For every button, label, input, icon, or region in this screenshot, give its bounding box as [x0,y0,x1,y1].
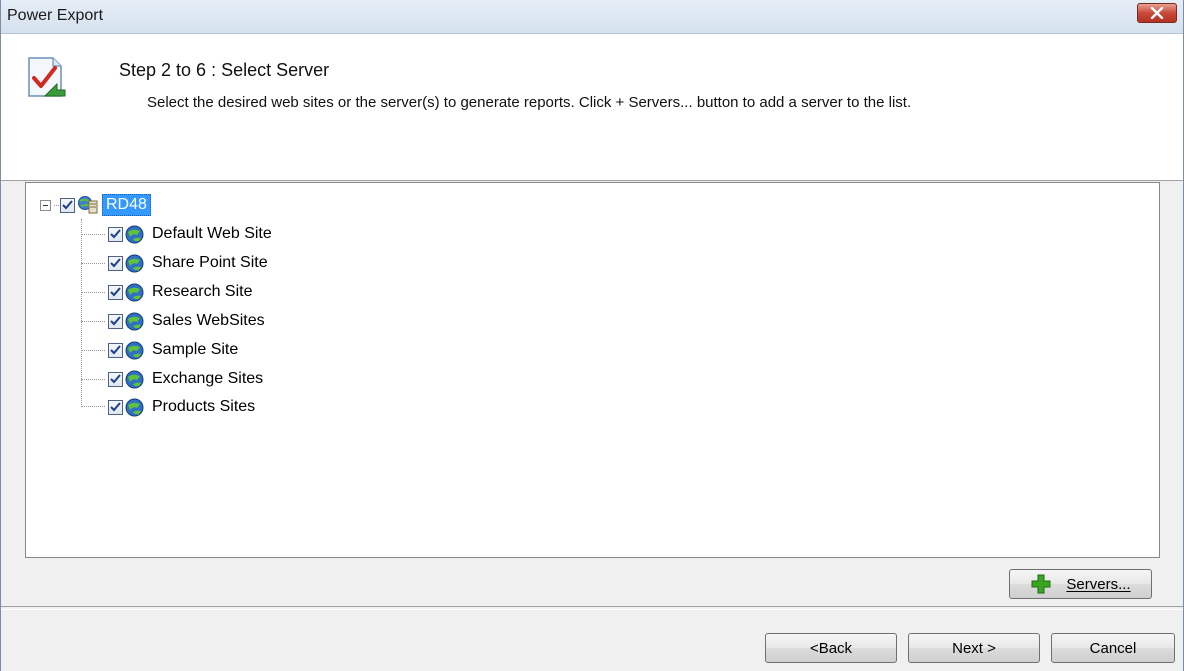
site-checkbox[interactable] [108,284,123,300]
site-checkbox[interactable] [108,226,123,242]
cancel-button-label: Cancel [1089,639,1137,657]
tree-node-server[interactable]: RD48 [40,194,151,216]
tree-guide-line [81,263,105,264]
globe-icon [125,283,144,301]
footer-separator [1,606,1183,610]
step-description: Select the desired web sites or the serv… [147,94,912,111]
tree-node-site[interactable]: Sample Site [108,339,238,361]
close-icon [1150,7,1164,19]
back-button[interactable]: <Back [765,633,897,663]
site-checkbox[interactable] [108,255,123,271]
add-servers-button[interactable]: Servers... [1009,569,1152,599]
tree-node-site[interactable]: Sales WebSites [108,310,265,332]
globe-icon [125,398,144,416]
check-icon [110,374,121,384]
check-icon [110,229,121,239]
next-button-label: Next > [952,639,996,657]
server-checkbox[interactable] [60,197,75,213]
server-tree[interactable]: RD48 Default Web Site Share Point Site R… [25,182,1160,558]
wizard-header: Step 2 to 6 : Select Server Select the d… [1,34,1183,181]
globe-icon [125,225,144,243]
check-icon [110,402,121,412]
tree-label-site: Sales WebSites [152,312,265,329]
check-icon [110,287,121,297]
tree-label-site: Products Sites [152,398,256,415]
tree-node-site[interactable]: Products Sites [108,396,255,418]
site-checkbox[interactable] [108,399,123,415]
tree-label-site: Research Site [152,283,253,300]
close-button[interactable] [1137,3,1177,23]
tree-node-site[interactable]: Exchange Sites [108,368,263,390]
tree-label-site: Sample Site [152,341,239,358]
tree-guide-line [81,406,105,407]
tree-guide-line [54,204,59,206]
report-check-icon [28,57,66,97]
next-button[interactable]: Next > [908,633,1040,663]
plus-icon [1031,574,1051,594]
tree-label-site: Default Web Site [152,225,272,242]
tree-label-site: Share Point Site [152,254,268,271]
cancel-button[interactable]: Cancel [1051,633,1175,663]
tree-guide-line [81,321,105,322]
tree-guide-line [81,350,105,351]
check-icon [62,200,73,210]
window-title: Power Export [7,7,104,24]
add-servers-label: Servers... [1066,575,1131,593]
site-checkbox[interactable] [108,371,123,387]
globe-icon [125,312,144,330]
step-title: Step 2 to 6 : Select Server [119,60,330,80]
tree-guide-line [81,234,105,235]
globe-icon [125,341,144,359]
power-export-window: Power Export Step 2 to 6 : Select Server… [0,0,1184,671]
check-icon [110,316,121,326]
tree-label-site: Exchange Sites [152,370,264,387]
check-icon [110,258,121,268]
back-button-label: <Back [809,639,853,657]
globe-icon [125,254,144,272]
tree-guide-line [81,292,105,293]
tree-guide-line [81,379,105,380]
globe-icon [125,370,144,388]
tree-node-site[interactable]: Default Web Site [108,223,272,245]
tree-node-site[interactable]: Research Site [108,281,253,303]
tree-node-site[interactable]: Share Point Site [108,252,268,274]
site-checkbox[interactable] [108,342,123,358]
tree-guide-line [81,219,82,405]
tree-label-server[interactable]: RD48 [102,194,151,216]
server-globe-icon [78,196,98,214]
check-icon [110,345,121,355]
site-checkbox[interactable] [108,313,123,329]
title-bar[interactable]: Power Export [1,0,1183,34]
collapse-toggle[interactable] [40,199,51,211]
